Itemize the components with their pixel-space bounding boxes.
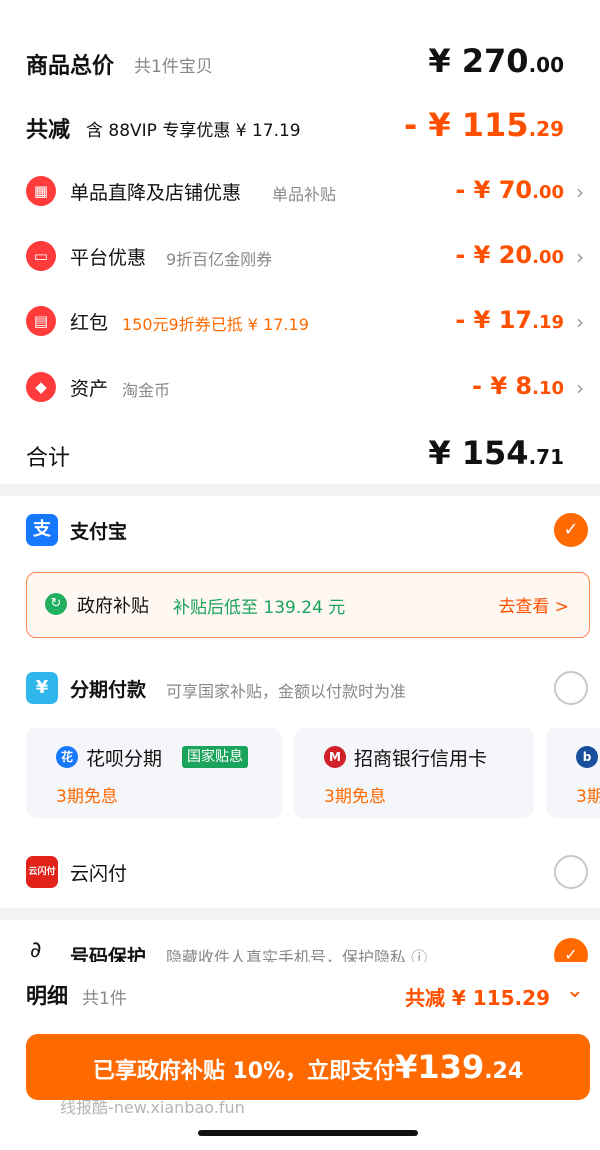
phone-hook-icon: ∂: [30, 938, 42, 963]
discount-label: 单品直降及店铺优惠: [70, 182, 242, 204]
total-count: 共1件宝贝: [134, 57, 213, 77]
installment-card-huabei[interactable]: 花 花呗分期 国家贴息 3期免息: [26, 728, 282, 818]
subsidy-desc: 补贴后低至 139.24 元: [173, 598, 346, 618]
alipay-icon: 支: [26, 514, 58, 546]
discount-label: 平台优惠: [70, 247, 147, 269]
reduce-label: 共减: [26, 118, 71, 143]
discount-desc: 150元9折券已抵 ¥ 17.19: [122, 315, 309, 334]
discount-amount: - ¥ 20.00: [455, 241, 564, 269]
discount-row-store[interactable]: ▦ 单品直降及店铺优惠 单品补贴 - ¥ 70.00 ›: [0, 172, 600, 212]
unionpay-option[interactable]: 云闪付 云闪付: [0, 850, 600, 894]
alipay-label: 支付宝: [70, 521, 128, 543]
unionpay-radio[interactable]: [554, 855, 588, 889]
unionpay-icon: 云闪付: [26, 856, 58, 888]
installment-label: 分期付款: [70, 679, 147, 701]
detail-savings[interactable]: 共减 ¥ 115.29: [405, 982, 550, 1011]
total-row: 商品总价 共1件宝贝 ¥ 270.00: [0, 42, 600, 82]
huabei-icon: 花: [56, 746, 78, 768]
price-summary-card: 商品总价 共1件宝贝 ¥ 270.00 共减 含 88VIP 专享优惠 ¥ 17…: [0, 0, 600, 484]
alipay-radio-checked[interactable]: ✓: [554, 513, 588, 547]
installment-option[interactable]: ¥ 分期付款 可享国家补贴，金额以付款时为准: [0, 666, 600, 710]
watermark: 线报酷-new.xianbao.fun: [60, 1098, 245, 1117]
pay-button-amount-decimal: .24: [484, 1059, 524, 1084]
subsidy-title: 政府补贴: [77, 596, 149, 617]
discount-amount: - ¥ 8.10: [472, 372, 564, 400]
discount-row-redpacket[interactable]: ▤ 红包 150元9折券已抵 ¥ 17.19 - ¥ 17.19 ›: [0, 302, 600, 342]
total-price: ¥ 270.00: [428, 42, 564, 80]
detail-count: 共1件: [82, 989, 127, 1009]
discount-row-asset[interactable]: ◆ 资产 淘金币 - ¥ 8.10 ›: [0, 368, 600, 408]
store-icon: ▦: [26, 176, 56, 206]
subtotal-price: ¥ 154.71: [428, 434, 564, 472]
pay-now-button[interactable]: 已享政府补贴 10%，立即支付¥139.24: [26, 1034, 590, 1100]
discount-label: 红包: [70, 312, 109, 334]
cmb-bank-icon: M: [324, 746, 346, 768]
installment-name: 招商银行信用卡: [354, 748, 488, 770]
payment-methods-card: 支 支付宝 ✓ ↻ 政府补贴 补贴后低至 139.24 元 去查看 > ¥ 分期…: [0, 496, 600, 908]
asset-tag-icon: ◆: [26, 372, 56, 402]
installment-name: 花呗分期: [86, 748, 163, 770]
chevron-right-icon: ›: [576, 245, 584, 269]
installment-desc: 可享国家补贴，金额以付款时为准: [166, 682, 407, 701]
pay-button-amount: ¥139: [395, 1048, 485, 1086]
installment-sub: 3期免息: [56, 787, 118, 807]
discount-amount: - ¥ 17.19: [455, 306, 564, 334]
discount-row-platform[interactable]: ▭ 平台优惠 9折百亿金刚券 - ¥ 20.00 ›: [0, 237, 600, 277]
reduce-amount: - ¥ 115.29: [403, 106, 564, 144]
discount-desc: 单品补贴: [272, 185, 337, 204]
redpacket-icon: ▤: [26, 306, 56, 336]
chevron-right-icon: ›: [576, 310, 584, 334]
bank-icon: b: [576, 746, 598, 768]
discount-desc: 淘金币: [122, 381, 171, 400]
installment-card-partial[interactable]: b 3期: [546, 728, 600, 818]
checkout-page: 商品总价 共1件宝贝 ¥ 270.00 共减 含 88VIP 专享优惠 ¥ 17…: [0, 0, 600, 1150]
reduce-desc: 含 88VIP 专享优惠 ¥ 17.19: [86, 121, 301, 141]
ticket-icon: ▭: [26, 241, 56, 271]
chevron-right-icon: ›: [576, 180, 584, 204]
chevron-down-icon[interactable]: ⌄: [566, 978, 584, 1003]
total-label: 商品总价: [26, 54, 115, 79]
installment-sub: 3期免息: [324, 787, 386, 807]
subtotal-label: 合计: [26, 446, 71, 471]
pay-button-prefix: 已享政府补贴 10%，立即支付: [92, 1059, 396, 1084]
subsidy-view-link[interactable]: 去查看 >: [498, 592, 569, 617]
national-subsidy-tag: 国家贴息: [182, 746, 248, 768]
reduce-row: 共减 含 88VIP 专享优惠 ¥ 17.19 - ¥ 115.29: [0, 106, 600, 146]
unionpay-label: 云闪付: [70, 863, 128, 885]
alipay-option[interactable]: 支 支付宝 ✓: [0, 508, 600, 552]
discount-amount: - ¥ 70.00: [455, 176, 564, 204]
subtotal-row: 合计 ¥ 154.71: [0, 434, 600, 474]
installment-radio[interactable]: [554, 671, 588, 705]
chevron-right-icon: ›: [576, 376, 584, 400]
discount-label: 资产: [70, 378, 109, 400]
home-indicator: [198, 1130, 418, 1136]
checkout-bottom-bar: 明细 共1件 共减 ¥ 115.29 ⌄ 已享政府补贴 10%，立即支付¥139…: [0, 962, 600, 1150]
detail-title[interactable]: 明细: [26, 980, 68, 1010]
installment-sub: 3期: [576, 787, 600, 807]
installment-icon: ¥: [26, 672, 58, 704]
installment-card-cmb[interactable]: M 招商银行信用卡 3期免息: [294, 728, 534, 818]
refresh-circle-icon: ↻: [45, 593, 67, 615]
gov-subsidy-banner[interactable]: ↻ 政府补贴 补贴后低至 139.24 元 去查看 >: [26, 572, 590, 638]
discount-desc: 9折百亿金刚券: [166, 250, 273, 269]
